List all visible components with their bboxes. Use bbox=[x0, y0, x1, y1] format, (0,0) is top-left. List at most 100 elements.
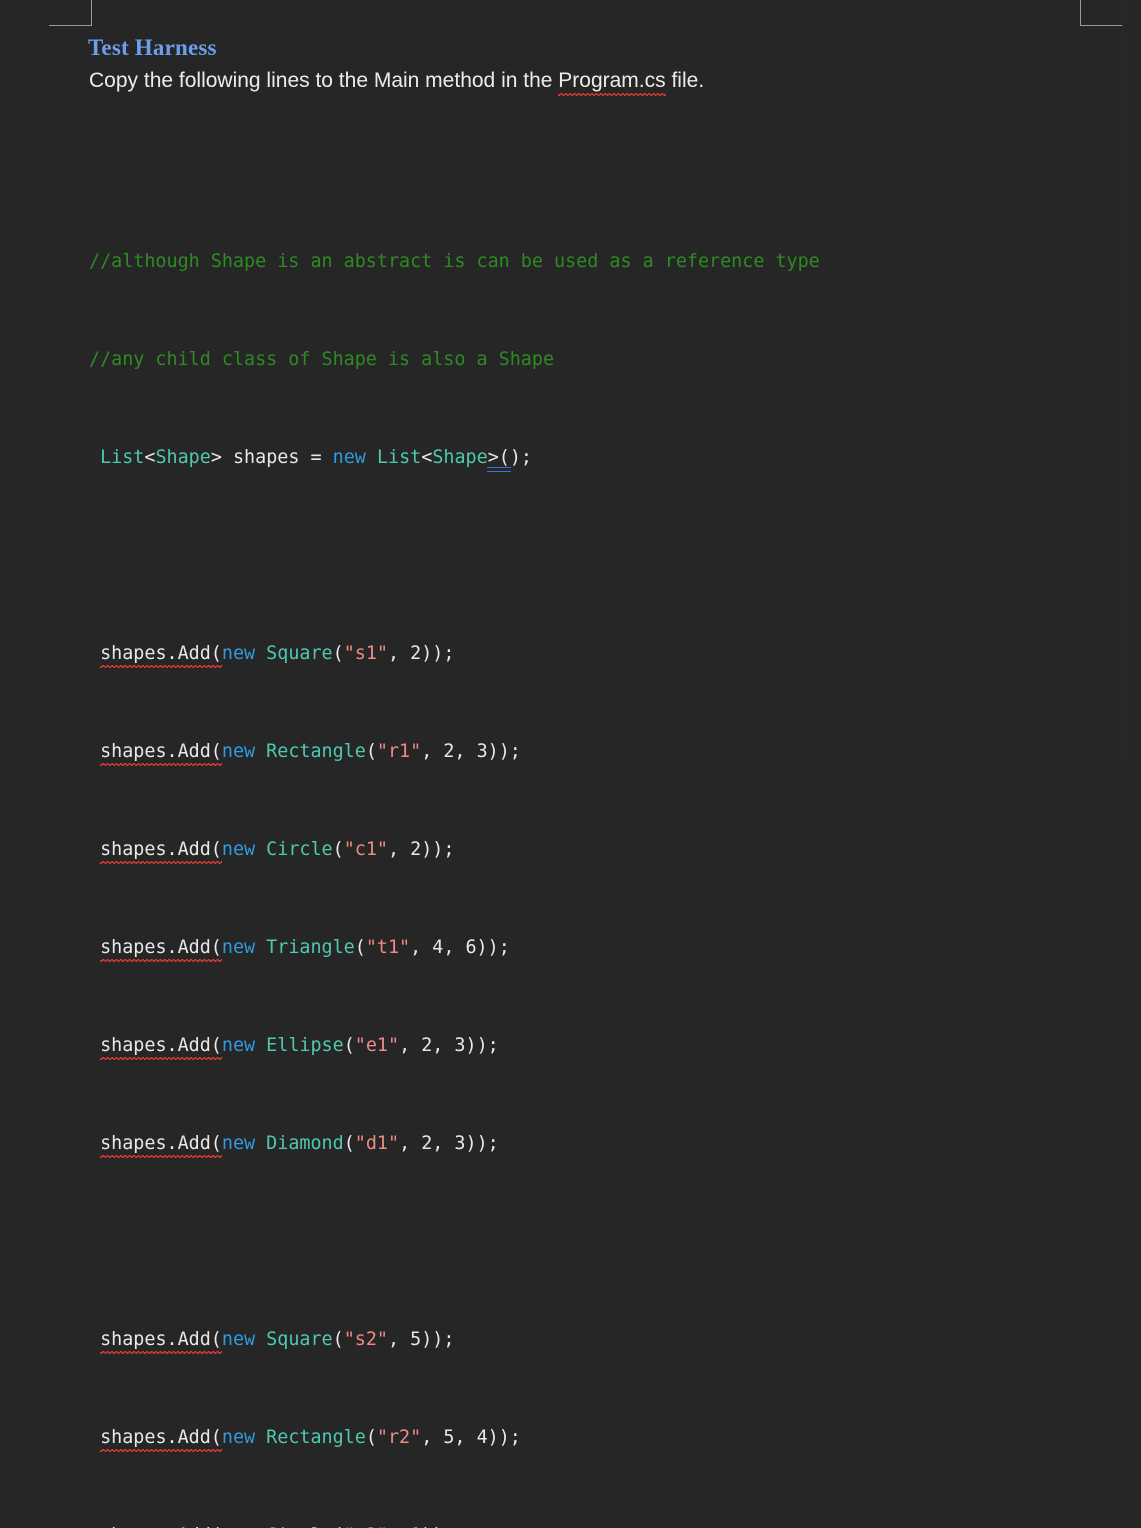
keyword-new: new bbox=[222, 1329, 255, 1350]
arguments: , 5, 4)); bbox=[421, 1427, 521, 1448]
code-line-add-r2: shapes.Add(new Rectangle("r2", 5, 4)); bbox=[89, 1426, 820, 1451]
comment-text: //although Shape is an abstract is can b… bbox=[89, 251, 820, 272]
string-literal: "c1" bbox=[344, 839, 388, 860]
arguments: , 1)); bbox=[388, 1525, 454, 1528]
keyword-new: new bbox=[222, 1133, 255, 1154]
space bbox=[366, 447, 377, 468]
instruction-prefix: Copy the following lines to the Main met… bbox=[89, 69, 558, 92]
arguments: , 4, 6)); bbox=[410, 937, 510, 958]
string-literal: "e1" bbox=[355, 1035, 399, 1056]
space bbox=[255, 937, 266, 958]
paren-open: ( bbox=[333, 1329, 344, 1350]
call-shapes-add: shapes.Add( bbox=[100, 1524, 222, 1528]
page-title: Test Harness bbox=[88, 35, 217, 61]
type-list: List bbox=[377, 447, 421, 468]
type-shape: Shape bbox=[432, 447, 487, 468]
paren-open: ( bbox=[366, 741, 377, 762]
ctor-triangle: Triangle bbox=[266, 937, 355, 958]
call-shapes-add: shapes.Add( bbox=[100, 1328, 222, 1355]
paren-open: ( bbox=[366, 1427, 377, 1448]
ctor-square: Square bbox=[266, 643, 332, 664]
keyword-new: new bbox=[222, 937, 255, 958]
call-shapes-add: shapes.Add( bbox=[100, 1426, 222, 1453]
page-corner-mark-top-left bbox=[49, 0, 92, 26]
space bbox=[255, 1329, 266, 1350]
string-literal: "s2" bbox=[344, 1329, 388, 1350]
keyword-new: new bbox=[222, 1427, 255, 1448]
paren-open: ( bbox=[344, 1133, 355, 1154]
keyword-new: new bbox=[222, 839, 255, 860]
instruction-suffix: file. bbox=[666, 69, 705, 92]
keyword-new: new bbox=[222, 1525, 255, 1528]
code-line-add-c1: shapes.Add(new Circle("c1", 2)); bbox=[89, 838, 820, 863]
ctor-rectangle: Rectangle bbox=[266, 1427, 366, 1448]
paren-open: ( bbox=[344, 1035, 355, 1056]
arguments: , 2, 3)); bbox=[399, 1035, 499, 1056]
keyword-new: new bbox=[222, 741, 255, 762]
string-literal: "s1" bbox=[344, 643, 388, 664]
code-line-add-s2: shapes.Add(new Square("s2", 5)); bbox=[89, 1328, 820, 1353]
page-corner-mark-top-right bbox=[1080, 0, 1123, 26]
keyword-new: new bbox=[222, 1035, 255, 1056]
call-shapes-add: shapes.Add( bbox=[100, 1132, 222, 1159]
comment-text: //any child class of Shape is also a Sha… bbox=[89, 349, 554, 370]
space bbox=[255, 643, 266, 664]
instruction-text: Copy the following lines to the Main met… bbox=[89, 69, 704, 96]
code-line-add-c2: shapes.Add(new Circle("c2", 1)); bbox=[89, 1524, 820, 1528]
arguments: , 2)); bbox=[388, 839, 454, 860]
code-line-comment-2: //any child class of Shape is also a Sha… bbox=[89, 348, 820, 373]
paren-open: ( bbox=[333, 839, 344, 860]
space bbox=[255, 1525, 266, 1528]
right-edge-gutter bbox=[1122, 0, 1141, 764]
type-shape: Shape bbox=[155, 447, 210, 468]
code-line-blank bbox=[89, 1230, 820, 1255]
string-literal: "r1" bbox=[377, 741, 421, 762]
code-block[interactable]: //although Shape is an abstract is can b… bbox=[89, 176, 820, 1528]
code-line-add-s1: shapes.Add(new Square("s1", 2)); bbox=[89, 642, 820, 667]
ctor-square: Square bbox=[266, 1329, 332, 1350]
ctor-circle: Circle bbox=[266, 1525, 332, 1528]
paren-open: ( bbox=[333, 1525, 344, 1528]
code-line-add-d1: shapes.Add(new Diamond("d1", 2, 3)); bbox=[89, 1132, 820, 1157]
call-shapes-add: shapes.Add( bbox=[100, 936, 222, 963]
call-shapes-add: shapes.Add( bbox=[100, 740, 222, 767]
call-shapes-add: shapes.Add( bbox=[100, 642, 222, 669]
space bbox=[255, 1133, 266, 1154]
angle-open: < bbox=[421, 447, 432, 468]
code-line-comment-1: //although Shape is an abstract is can b… bbox=[89, 250, 820, 275]
keyword-new: new bbox=[333, 447, 366, 468]
arguments: , 2, 3)); bbox=[399, 1133, 499, 1154]
string-literal: "r2" bbox=[377, 1427, 421, 1448]
paren-open: ( bbox=[333, 643, 344, 664]
call-shapes-add: shapes.Add( bbox=[100, 838, 222, 865]
paren-open: ( bbox=[355, 937, 366, 958]
arguments: , 2)); bbox=[388, 643, 454, 664]
filename-program-cs: Program.cs bbox=[558, 69, 665, 96]
space bbox=[255, 839, 266, 860]
arguments: , 5)); bbox=[388, 1329, 454, 1350]
ctor-ellipse: Ellipse bbox=[266, 1035, 344, 1056]
string-literal: "c2" bbox=[344, 1525, 388, 1528]
arguments: , 2, 3)); bbox=[421, 741, 521, 762]
quick-actions-smart-tag[interactable]: >( bbox=[488, 446, 510, 471]
code-line-add-r1: shapes.Add(new Rectangle("r1", 2, 3)); bbox=[89, 740, 820, 765]
space bbox=[255, 741, 266, 762]
space bbox=[255, 1035, 266, 1056]
string-literal: "d1" bbox=[355, 1133, 399, 1154]
code-line-blank bbox=[89, 544, 820, 569]
code-line-list-declaration: List<Shape> shapes = new List<Shape>(); bbox=[89, 446, 820, 471]
angle-close: > bbox=[211, 447, 233, 468]
string-literal: "t1" bbox=[366, 937, 410, 958]
keyword-new: new bbox=[222, 643, 255, 664]
document-page: Test Harness Copy the following lines to… bbox=[0, 0, 1141, 764]
space bbox=[255, 1427, 266, 1448]
type-list: List bbox=[100, 447, 144, 468]
code-line-add-t1: shapes.Add(new Triangle("t1", 4, 6)); bbox=[89, 936, 820, 961]
call-shapes-add: shapes.Add( bbox=[100, 1034, 222, 1061]
assign-operator: = bbox=[299, 447, 332, 468]
variable-shapes: shapes bbox=[233, 447, 299, 468]
statement-end: ); bbox=[510, 447, 532, 468]
code-line-add-e1: shapes.Add(new Ellipse("e1", 2, 3)); bbox=[89, 1034, 820, 1059]
ctor-circle: Circle bbox=[266, 839, 332, 860]
ctor-rectangle: Rectangle bbox=[266, 741, 366, 762]
